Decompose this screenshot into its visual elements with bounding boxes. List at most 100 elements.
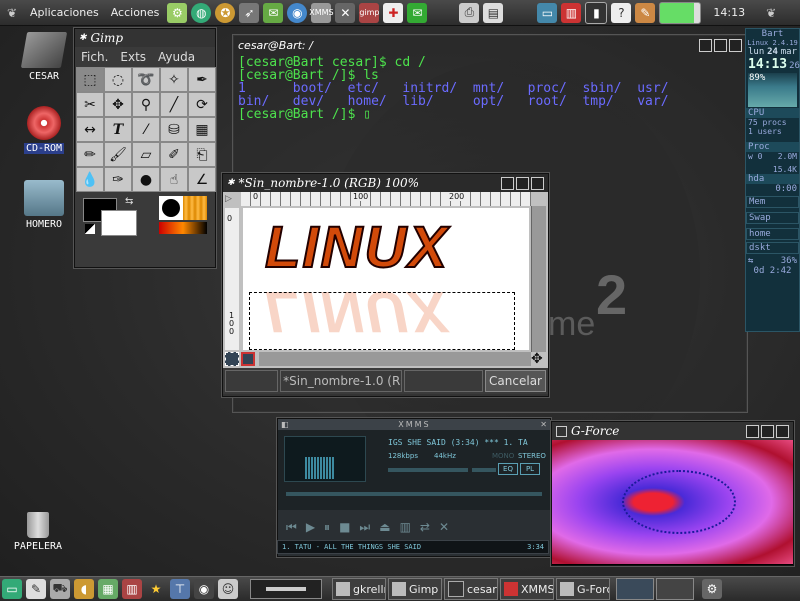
background-color-swatch[interactable]	[101, 210, 137, 236]
xmms-menu-icon[interactable]: ◧	[281, 420, 289, 429]
vertical-scrollbar[interactable]	[531, 206, 546, 352]
bucket-fill-tool-icon[interactable]: ⛁	[160, 117, 188, 142]
close-icon[interactable]: ✕	[540, 420, 547, 429]
task-gforce[interactable]: G-Forc	[556, 578, 610, 600]
eraser-tool-icon[interactable]: ▱	[132, 142, 160, 167]
gnome-foot-icon[interactable]: ❦	[2, 3, 22, 23]
desktop-icon-papelera[interactable]: PAPELERA	[8, 512, 68, 552]
workspace-switcher[interactable]	[616, 578, 654, 600]
wrench-icon[interactable]: ✕	[335, 2, 356, 23]
vertical-ruler[interactable]: 0 1 0 0	[225, 208, 239, 350]
maximize-icon[interactable]	[761, 424, 774, 438]
workspace-switcher-2[interactable]	[656, 578, 694, 600]
eye-icon[interactable]: ◉	[194, 579, 214, 599]
tool-icon[interactable]: ⚙	[167, 2, 188, 23]
gradient-preview[interactable]	[159, 222, 207, 234]
pencil-tool-icon[interactable]: ✏	[76, 142, 104, 167]
monitor-icon[interactable]: ▭	[537, 2, 558, 23]
blur-tool-icon[interactable]: 💧	[76, 167, 104, 192]
playlist-item[interactable]: 1. TATU - ALL THE THINGS SHE SAID	[282, 543, 421, 551]
minimize-icon[interactable]	[699, 38, 712, 52]
xmms-titlebar[interactable]: ◧ XMMS ✕	[278, 419, 550, 430]
default-colors-icon[interactable]	[85, 224, 95, 234]
menu-acciones[interactable]: Acciones	[105, 6, 166, 19]
maximize-icon[interactable]	[516, 176, 529, 190]
desktop-icon-cdrom[interactable]: CD-ROM	[14, 106, 74, 154]
menu-arrow-icon[interactable]: ▷	[225, 194, 239, 206]
screen-icon[interactable]: ▭	[2, 579, 22, 599]
gimp-icon[interactable]: gimp	[359, 2, 380, 23]
measure-tool-icon[interactable]: ∠	[188, 167, 216, 192]
transform-tool-icon[interactable]: ⟳	[188, 92, 216, 117]
globe-icon[interactable]: ◍	[191, 2, 212, 23]
menu-icon[interactable]	[556, 425, 567, 437]
minimize-icon[interactable]	[501, 176, 514, 190]
color-picker-tool-icon[interactable]: ⁄	[132, 117, 160, 142]
close-icon[interactable]	[531, 176, 544, 190]
compass-icon[interactable]: ✪	[215, 2, 236, 23]
crop-tool-icon[interactable]: ╱	[160, 92, 188, 117]
task-terminal[interactable]: cesar(	[444, 578, 498, 600]
gimp-toolbox-titlebar[interactable]: ✱ Gimp	[75, 29, 215, 47]
ink-tool-icon[interactable]: ✑	[104, 167, 132, 192]
close-icon[interactable]	[776, 424, 789, 438]
stop-icon[interactable]: ■	[339, 520, 350, 534]
pager[interactable]	[250, 579, 322, 599]
volume-slider[interactable]	[388, 468, 468, 472]
xmms-icon[interactable]: XMMS	[309, 2, 334, 23]
volume-icon[interactable]: ◖	[74, 579, 94, 599]
scissors-tool-icon[interactable]: ✂	[76, 92, 104, 117]
next-icon[interactable]: ⏭	[359, 520, 370, 535]
masks-icon[interactable]: ☺	[218, 579, 238, 599]
settings-icon[interactable]: ⚙	[702, 579, 722, 599]
eject-icon[interactable]: ⏏	[379, 520, 390, 534]
image-canvas[interactable]: LINUX LINUX	[243, 208, 529, 350]
clone-tool-icon[interactable]: ⎗	[188, 142, 216, 167]
rescue-icon[interactable]: ✚	[383, 2, 404, 23]
car-icon[interactable]: ⛟	[50, 579, 70, 599]
bezier-tool-icon[interactable]: ✒	[188, 67, 216, 92]
terminal-output[interactable]: [cesar@Bart cesar]$ cd / [cesar@Bart /]$ …	[234, 54, 746, 123]
printer-icon[interactable]: ⎙	[459, 2, 480, 23]
document-icon[interactable]: ▤	[483, 2, 504, 23]
close-icon[interactable]: ✱	[79, 33, 87, 43]
terminal-icon[interactable]: ▮	[585, 1, 608, 24]
selection-marquee[interactable]	[249, 292, 515, 350]
airbrush-tool-icon[interactable]: ✐	[160, 142, 188, 167]
minimize-icon[interactable]	[746, 424, 759, 438]
eq-button[interactable]: EQ	[498, 463, 518, 475]
menu-exts[interactable]: Exts	[120, 50, 146, 64]
desktop-icon-cesar[interactable]: CESAR	[14, 32, 74, 82]
terminal-titlebar[interactable]: cesar@Bart: /	[234, 36, 746, 54]
move-tool-icon[interactable]: ✥	[104, 92, 132, 117]
gnome-foot-icon-right[interactable]: ❦	[761, 3, 781, 23]
disc-icon[interactable]: ◉	[287, 2, 308, 23]
star-icon[interactable]: ★	[146, 579, 166, 599]
rect-select-tool-icon[interactable]: ⬚	[76, 67, 104, 92]
dodge-tool-icon[interactable]: ●	[132, 167, 160, 192]
repeat-icon[interactable]: ✕	[439, 520, 449, 534]
pause-icon[interactable]: ⏸	[324, 520, 330, 535]
pattern-preview[interactable]	[183, 196, 207, 220]
menu-aplicaciones[interactable]: Aplicaciones	[24, 6, 105, 19]
gforce-titlebar[interactable]: G-Force	[552, 422, 793, 440]
swap-colors-icon[interactable]: ⇆	[125, 196, 133, 207]
previous-icon[interactable]: ⏮	[286, 520, 297, 535]
books-icon[interactable]: ▥	[122, 579, 142, 599]
desktop-icon-homero[interactable]: HOMERO	[14, 180, 74, 230]
xmms-playlist[interactable]: 1. TATU - ALL THE THINGS SHE SAID 3:34	[277, 540, 549, 554]
quick-mask-off-icon[interactable]	[241, 352, 255, 366]
song-marquee[interactable]: IGS SHE SAID (3:34) *** 1. TA	[388, 438, 546, 447]
task-gkrellm[interactable]: gkrelln	[332, 578, 386, 600]
ellipse-select-tool-icon[interactable]: ◌	[104, 67, 132, 92]
smudge-tool-icon[interactable]: ☝	[160, 167, 188, 192]
maximize-icon[interactable]	[714, 38, 727, 52]
horizontal-scrollbar[interactable]	[259, 352, 531, 366]
shuffle-icon[interactable]: ⇄	[420, 520, 430, 534]
quick-mask-icon[interactable]	[225, 352, 239, 366]
close-icon[interactable]	[729, 38, 742, 52]
menu-icon[interactable]: ✱	[227, 178, 235, 188]
text-tool-icon[interactable]: T	[104, 117, 132, 142]
balance-slider[interactable]	[472, 468, 496, 472]
horizontal-ruler[interactable]: 0 100 200	[241, 192, 531, 206]
